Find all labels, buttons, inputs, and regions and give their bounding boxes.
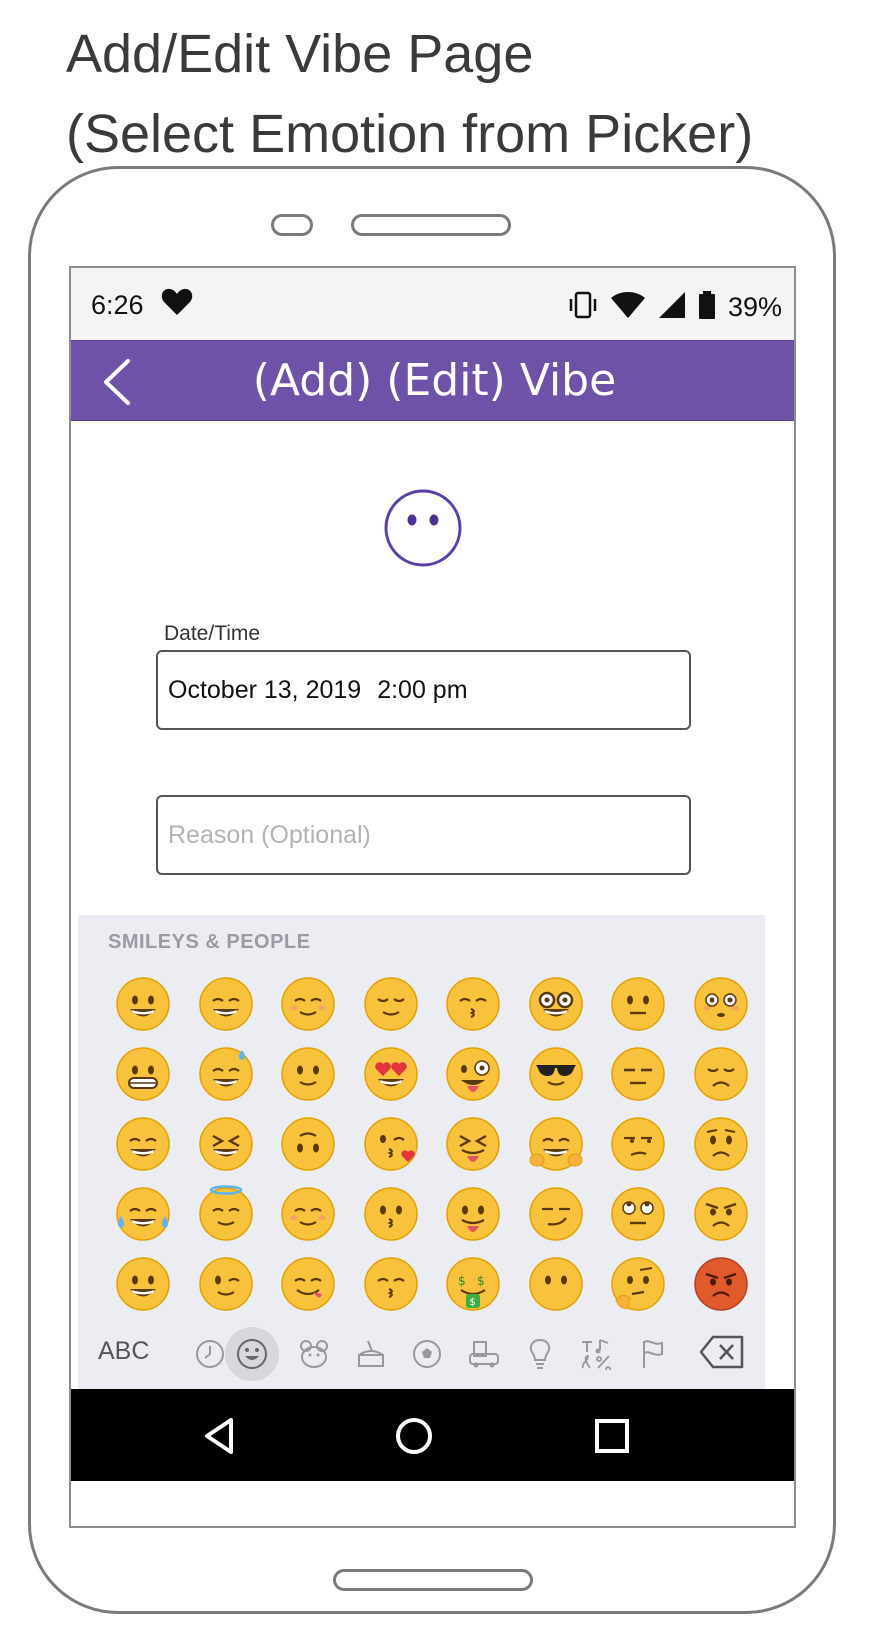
emoji-row xyxy=(102,1039,762,1109)
emoji-disappointed-icon[interactable] xyxy=(680,1039,763,1109)
activity-icon[interactable] xyxy=(407,1334,447,1374)
emoji-row xyxy=(102,1109,762,1179)
backspace-icon[interactable] xyxy=(699,1335,745,1373)
status-indicators: 39% xyxy=(568,290,782,324)
svg-text:$: $ xyxy=(477,1274,485,1288)
selected-emotion-icon[interactable] xyxy=(383,488,463,568)
date-value: October 13, 2019 xyxy=(168,676,362,704)
emoji-no-mouth-icon[interactable] xyxy=(515,1249,598,1319)
emoji-pouting-icon[interactable] xyxy=(680,1249,763,1319)
home-circle-icon[interactable] xyxy=(393,1415,435,1457)
emoji-grimacing-icon[interactable] xyxy=(102,1039,185,1109)
emoji-grinning-icon[interactable] xyxy=(102,969,185,1039)
front-camera xyxy=(271,214,313,236)
emoji-beaming-icon[interactable] xyxy=(102,1109,185,1179)
svg-text:$: $ xyxy=(458,1274,466,1288)
recent-icon[interactable] xyxy=(190,1334,230,1374)
emoji-worried-icon[interactable] xyxy=(680,1109,763,1179)
emoji-kissing-icon[interactable] xyxy=(350,1179,433,1249)
emoji-tongue-icon[interactable] xyxy=(432,1179,515,1249)
reason-input[interactable] xyxy=(156,795,691,875)
page-title-line-1: Add/Edit Vibe Page xyxy=(66,24,534,84)
food-icon[interactable] xyxy=(351,1334,391,1374)
emoji-heart-eyes-icon[interactable] xyxy=(350,1039,433,1109)
emoji-zany-icon[interactable] xyxy=(432,1039,515,1109)
emoji-unamused-icon[interactable] xyxy=(597,1109,680,1179)
svg-text:$: $ xyxy=(470,1297,476,1308)
emoji-thinking-icon[interactable] xyxy=(597,1249,680,1319)
emoji-wink-icon[interactable] xyxy=(185,1249,268,1319)
app-bar: (Add) (Edit) Vibe xyxy=(71,340,794,421)
phone-frame: 6:26 39% (Add) (Edit) Vibe Date/Time Oct… xyxy=(28,166,836,1614)
emoji-smirk-icon[interactable] xyxy=(515,1179,598,1249)
bottom-speaker xyxy=(333,1569,533,1591)
emoji-angry-icon[interactable] xyxy=(680,1179,763,1249)
smileys-icon[interactable] xyxy=(225,1327,279,1381)
emoji-smiley-icon[interactable] xyxy=(102,1249,185,1319)
animals-icon[interactable] xyxy=(294,1334,334,1374)
emoji-joy-icon[interactable] xyxy=(102,1179,185,1249)
emoji-sweat-smile-icon[interactable] xyxy=(185,1039,268,1109)
emoji-slight-smile-icon[interactable] xyxy=(267,1039,350,1109)
emoji-eye-roll-icon[interactable] xyxy=(597,1179,680,1249)
abc-keyboard-button[interactable]: ABC xyxy=(98,1337,149,1366)
page-title-line-2: (Select Emotion from Picker) xyxy=(66,104,754,164)
travel-icon[interactable] xyxy=(464,1334,504,1374)
app-bar-title: (Add) (Edit) Vibe xyxy=(252,355,617,406)
emoji-sunglasses-icon[interactable] xyxy=(515,1039,598,1109)
wifi-icon xyxy=(610,291,646,323)
vibrate-icon xyxy=(568,290,598,324)
status-bar: 6:26 39% xyxy=(71,268,794,340)
symbols-icon[interactable] xyxy=(576,1334,616,1374)
date-time-field[interactable]: October 13, 2019 2:00 pm xyxy=(156,650,691,730)
recents-square-icon[interactable] xyxy=(591,1415,633,1457)
time-value: 2:00 pm xyxy=(377,676,468,704)
emoji-category-title: SMILEYS & PEOPLE xyxy=(108,931,311,953)
emoji-keyboard-bar: ABC xyxy=(78,1317,765,1389)
phone-screen: 6:26 39% (Add) (Edit) Vibe Date/Time Oct… xyxy=(69,266,796,1528)
emoji-expressionless-icon[interactable] xyxy=(597,1039,680,1109)
emoji-blushing-icon[interactable] xyxy=(267,1179,350,1249)
emoji-kissing-closed-eyes-icon[interactable] xyxy=(432,969,515,1039)
emoji-laughing-icon[interactable] xyxy=(185,1109,268,1179)
emoji-neutral-icon[interactable] xyxy=(597,969,680,1039)
emoji-relieved-icon[interactable] xyxy=(350,969,433,1039)
emoji-upside-down-icon[interactable] xyxy=(267,1109,350,1179)
flags-icon[interactable] xyxy=(633,1334,673,1374)
page-title: Add/Edit Vibe Page (Select Emotion from … xyxy=(66,14,866,174)
emoji-hugging-icon[interactable] xyxy=(515,1109,598,1179)
objects-icon[interactable] xyxy=(520,1334,560,1374)
date-time-label: Date/Time xyxy=(164,622,261,645)
heart-icon xyxy=(161,288,193,320)
emoji-squint-tongue-icon[interactable] xyxy=(432,1109,515,1179)
back-arrow-icon[interactable] xyxy=(98,357,138,407)
emoji-row xyxy=(102,1179,762,1249)
emoji-row: $ $ $ xyxy=(102,1249,762,1319)
earpiece-speaker xyxy=(351,214,511,236)
emoji-picker: SMILEYS & PEOPLE $ $ $ ABC xyxy=(78,915,765,1389)
back-triangle-icon[interactable] xyxy=(199,1415,241,1457)
emoji-nerd-icon[interactable] xyxy=(515,969,598,1039)
emoji-row xyxy=(102,969,762,1039)
emoji-blow-kiss-icon[interactable] xyxy=(350,1109,433,1179)
status-time: 6:26 xyxy=(91,290,144,320)
android-nav-bar xyxy=(71,1389,794,1481)
emoji-yum-icon[interactable] xyxy=(267,1249,350,1319)
battery-percentage: 39% xyxy=(727,291,782,322)
emoji-grin-icon[interactable] xyxy=(185,969,268,1039)
battery-icon xyxy=(698,291,716,323)
emoji-money-mouth-icon[interactable]: $ $ $ xyxy=(432,1249,515,1319)
emoji-smile-blush-icon[interactable] xyxy=(267,969,350,1039)
emoji-flushed-icon[interactable] xyxy=(680,969,763,1039)
emoji-innocent-icon[interactable] xyxy=(185,1179,268,1249)
signal-icon xyxy=(658,291,686,323)
emoji-grid: $ $ $ xyxy=(102,969,762,1319)
emoji-kissing-smiling-eyes-icon[interactable] xyxy=(350,1249,433,1319)
